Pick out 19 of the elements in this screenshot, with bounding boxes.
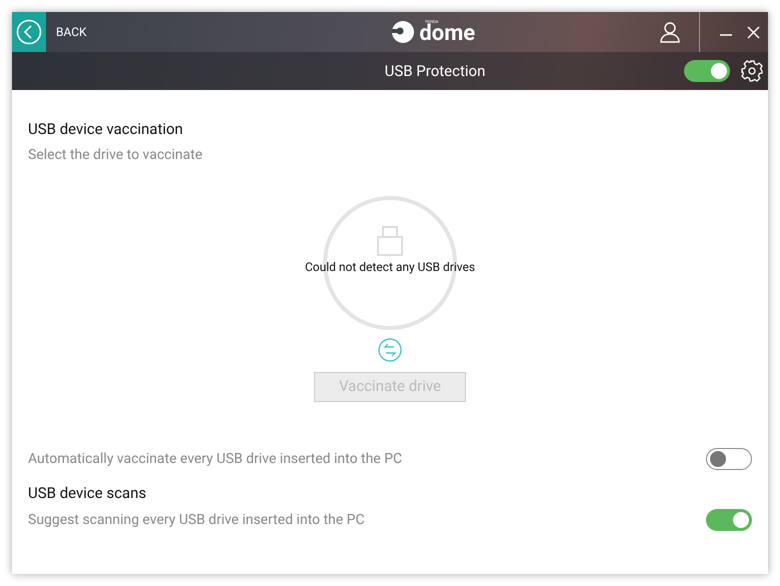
close-icon[interactable] bbox=[747, 26, 760, 38]
section-subtitle: Select the drive to vaccinate bbox=[28, 146, 204, 164]
logo-icon bbox=[391, 20, 416, 44]
back-button[interactable] bbox=[12, 12, 46, 52]
back-label[interactable]: BACK bbox=[56, 23, 87, 41]
setting-description: Automatically vaccinate every USB drive inserted into the PC bbox=[28, 450, 404, 468]
setting-description: Suggest scanning every USB drive inserted into the PC bbox=[28, 511, 366, 530]
settings-icon[interactable] bbox=[740, 59, 764, 83]
setting-title: USB device scans bbox=[28, 482, 148, 504]
toggle-switch[interactable] bbox=[706, 448, 752, 470]
usb-drive-icon bbox=[377, 226, 403, 256]
back-icon bbox=[16, 19, 42, 45]
toggle-switch[interactable] bbox=[684, 60, 730, 82]
user-icon[interactable] bbox=[660, 21, 680, 43]
empty-message: Could not detect any USB drives bbox=[304, 258, 476, 276]
section-title: USB device vaccination bbox=[28, 119, 184, 140]
logo-text: dome bbox=[419, 24, 476, 44]
toggle-switch[interactable] bbox=[706, 509, 752, 531]
page-title: USB Protection bbox=[384, 60, 486, 82]
